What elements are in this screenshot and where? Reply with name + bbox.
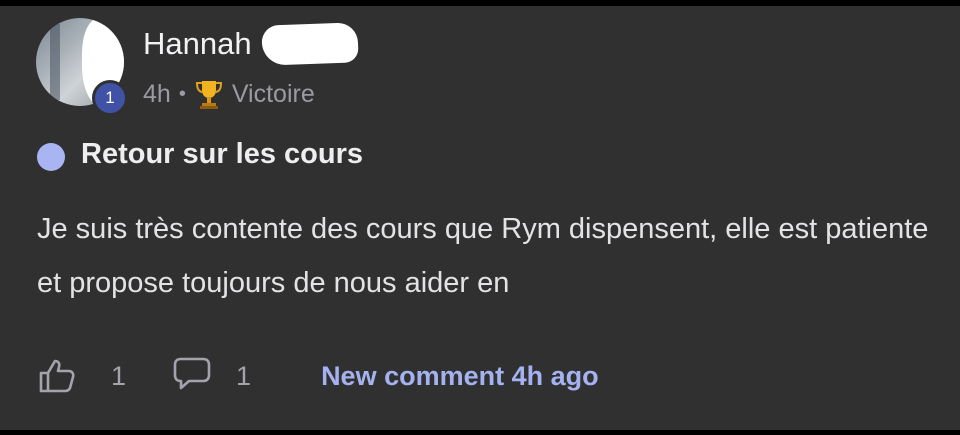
- thumbs-up-icon[interactable]: [37, 356, 77, 396]
- post-title[interactable]: Retour sur les cours: [81, 138, 363, 171]
- trophy-icon: [195, 81, 222, 109]
- category-dot: [37, 143, 65, 171]
- badge-label: Victoire: [231, 79, 315, 108]
- speech-bubble-icon: [173, 357, 211, 389]
- meta-separator: •: [178, 82, 186, 105]
- author-avatar[interactable]: 1: [36, 18, 128, 116]
- like-count: 1: [111, 360, 127, 391]
- comment-button[interactable]: [172, 353, 212, 400]
- post-time: 4h: [143, 79, 171, 108]
- avatar-detail: [50, 24, 60, 100]
- post-meta: 4h • Victoire: [143, 78, 315, 110]
- post-actions: 1 1 New comment 4h ago: [37, 351, 599, 401]
- post-body[interactable]: Je suis très contente des cours que Rym …: [37, 202, 937, 310]
- post-card[interactable]: 1 Hannah 4h • Victoire Retour sur les co…: [0, 6, 960, 430]
- level-badge: 1: [92, 80, 128, 116]
- redacted-surname: [261, 22, 359, 66]
- new-comment-link[interactable]: New comment 4h ago: [321, 361, 599, 392]
- author-name[interactable]: Hannah: [143, 26, 252, 62]
- comment-count: 1: [236, 360, 252, 391]
